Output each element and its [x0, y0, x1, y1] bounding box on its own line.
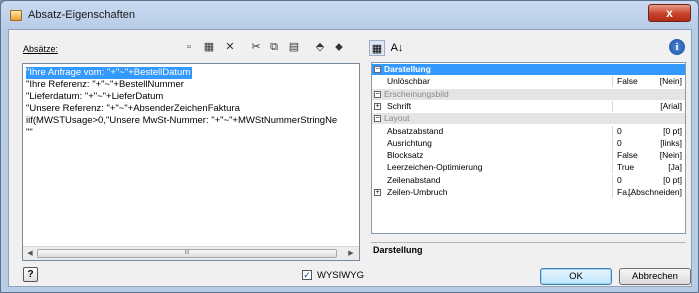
wysiwyg-label[interactable]: WYSIWYG [317, 270, 364, 281]
property-row[interactable]: + Zeilen-Umbruch Fa... [Abschneiden] [372, 187, 685, 198]
column-divider [612, 174, 613, 186]
property-category[interactable]: − Layout [372, 113, 685, 125]
property-row[interactable]: Zeilenabstand 0 [0 pt] [372, 174, 685, 186]
column-divider [612, 150, 613, 162]
info-icon[interactable]: i [669, 39, 685, 55]
move-up-icon[interactable]: ⬘ [313, 40, 327, 54]
move-down-icon[interactable]: ⬥ [332, 40, 346, 54]
scroll-right-icon[interactable]: ▶ [345, 248, 357, 260]
property-value[interactable]: True [617, 162, 634, 173]
dialog-client: Absätze: ▫ ▦ ✕ ✂ ⧉ ▤ ⬘ ⬥ "Ihre Anfrage vom: "+"… [8, 29, 692, 287]
copy-icon[interactable]: ⧉ [267, 40, 281, 54]
property-display-value: [Arial] [660, 100, 682, 111]
property-display-value: [Ja] [668, 162, 682, 173]
column-divider [612, 125, 613, 137]
collapse-icon[interactable]: − [374, 66, 381, 73]
property-category[interactable]: − Darstellung [372, 64, 685, 75]
property-value[interactable]: 0 [617, 138, 622, 149]
category-label: Erscheinungsbild [384, 88, 449, 99]
property-display-value: [0 pt] [663, 174, 682, 185]
paste-icon[interactable]: ▤ [287, 40, 301, 54]
column-divider [612, 187, 613, 198]
expand-icon[interactable]: + [374, 102, 381, 110]
ok-button[interactable]: OK [540, 268, 612, 285]
delete-icon[interactable]: ✕ [223, 40, 237, 54]
column-divider [612, 76, 613, 88]
paragraphs-label: Absätze: [23, 44, 59, 54]
paragraph-line[interactable]: "Lieferdatum: "+"~"+LieferDatum [26, 91, 163, 103]
wysiwyg-checkbox[interactable]: ✓ [302, 270, 312, 280]
paragraph-line[interactable]: "Ihre Referenz: "+"~"+BestellNummer [26, 79, 184, 91]
property-display-value: [Abschneiden] [628, 187, 682, 197]
help-button[interactable]: ? [23, 267, 38, 282]
app-icon [10, 10, 22, 21]
property-row[interactable]: Leerzeichen-Optimierung True [Ja] [372, 162, 685, 174]
property-display-value: [links] [660, 137, 682, 148]
collapse-icon[interactable]: − [374, 115, 381, 123]
close-button[interactable]: x [648, 4, 691, 22]
column-divider [612, 100, 613, 112]
scroll-thumb[interactable]: III [37, 249, 337, 258]
paragraph-line[interactable]: "Ihre Anfrage vom: "+"~"+BestellDatum [26, 67, 193, 79]
category-label: Layout [384, 113, 410, 124]
property-name: Absatzabstand [387, 125, 444, 136]
column-divider [612, 162, 613, 174]
cancel-button[interactable]: Abbrechen [619, 268, 691, 285]
category-label: Darstellung [384, 64, 431, 74]
property-display-value: [0 pt] [663, 125, 682, 136]
property-name: Unlöschbar [387, 76, 430, 87]
property-row[interactable]: Absatzabstand 0 [0 pt] [372, 125, 685, 137]
property-name: Zeilen-Umbruch [387, 187, 448, 197]
collapse-icon[interactable]: − [374, 90, 381, 98]
property-row[interactable]: Unlöschbar False [Nein] [372, 76, 685, 88]
column-divider [612, 137, 613, 149]
property-name: Schrift [387, 100, 412, 111]
properties-icon[interactable]: ▦ [202, 40, 216, 54]
paragraph-line[interactable]: iif(MWSTUsage>0,"Unsere MwSt-Nummer: "+"… [26, 115, 337, 127]
sort-categorized-icon[interactable]: ▦ [369, 40, 385, 56]
expand-icon[interactable]: + [374, 189, 381, 196]
horizontal-scrollbar[interactable]: ◀ III ▶ [23, 246, 359, 260]
property-name: Ausrichtung [387, 137, 432, 148]
property-display-value: [Nein] [659, 150, 682, 161]
property-category[interactable]: − Erscheinungsbild [372, 88, 685, 100]
property-value[interactable]: 0 [617, 126, 622, 137]
property-row[interactable]: Ausrichtung 0 [links] [372, 137, 685, 149]
scroll-left-icon[interactable]: ◀ [24, 248, 36, 260]
paragraph-editor[interactable]: "Ihre Anfrage vom: "+"~"+BestellDatum "Ih… [22, 63, 360, 261]
property-grid[interactable]: − Darstellung Unlöschbar False [Nein] − Ersche… [371, 62, 686, 234]
property-name: Blocksatz [387, 150, 424, 161]
cut-icon[interactable]: ✂ [249, 40, 263, 54]
property-row[interactable]: + Schrift [Arial] [372, 100, 685, 112]
paragraph-line[interactable]: "Unsere Referenz: "+"~"+AbsenderZeichenF… [26, 103, 240, 115]
dialog-window: Absatz-Eigenschaften x Absätze: ▫ ▦ ✕ ✂ ⧉ ▤ ⬘ ⬥… [0, 0, 699, 293]
property-value[interactable]: False [617, 76, 638, 87]
property-name: Leerzeichen-Optimierung [387, 162, 483, 173]
window-title: Absatz-Eigenschaften [28, 9, 136, 21]
description-title: Darstellung [373, 245, 423, 255]
property-row[interactable]: Blocksatz False [Nein] [372, 150, 685, 162]
sort-alphabetical-icon[interactable]: A↓ [389, 40, 405, 56]
property-name: Zeilenabstand [387, 174, 441, 185]
property-display-value: [Nein] [659, 76, 682, 87]
title-bar[interactable]: Absatz-Eigenschaften x [1, 1, 698, 29]
paragraph-line[interactable]: "" [26, 127, 33, 139]
new-icon[interactable]: ▫ [182, 40, 196, 54]
property-value[interactable]: 0 [617, 175, 622, 186]
property-value[interactable]: False [617, 150, 638, 161]
